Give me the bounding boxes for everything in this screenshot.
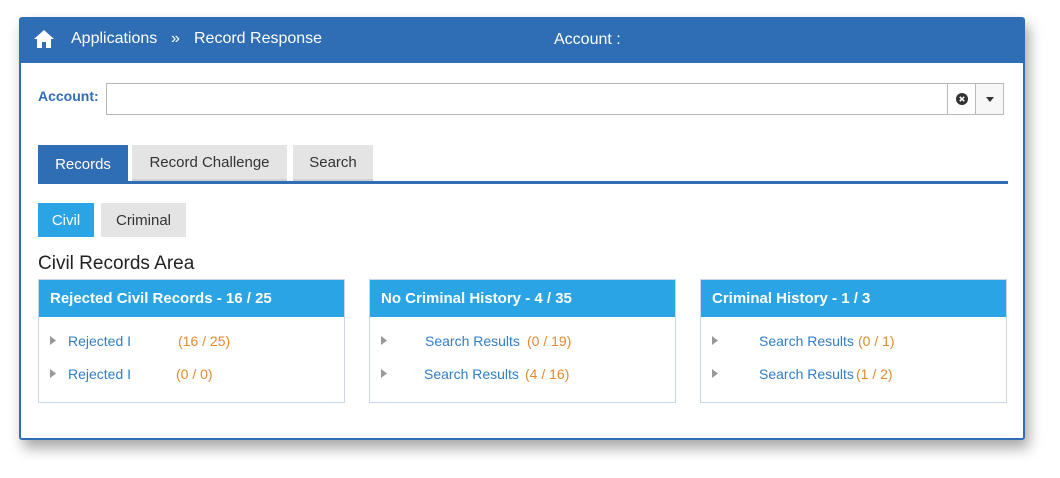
- account-input[interactable]: [106, 83, 948, 115]
- account-dropdown-button[interactable]: [975, 83, 1004, 115]
- breadcrumb-separator: »: [171, 30, 180, 47]
- list-item[interactable]: Search Results (4 / 16): [370, 366, 675, 388]
- expand-arrow-icon[interactable]: [50, 336, 56, 345]
- list-item-count: (1 / 2): [856, 366, 893, 382]
- record-response-window: Applications » Record Response Account :…: [19, 17, 1025, 440]
- expand-arrow-icon[interactable]: [50, 369, 56, 378]
- panel-criminal-history: Criminal History - 1 / 3 Search Results …: [700, 279, 1007, 403]
- clear-account-button[interactable]: [948, 83, 976, 115]
- tab-search[interactable]: Search: [293, 145, 373, 181]
- list-item[interactable]: Rejected I (16 / 25): [39, 333, 344, 355]
- list-item-label[interactable]: Search Results: [425, 333, 520, 349]
- list-item-count: (0 / 1): [858, 333, 895, 349]
- list-item[interactable]: Search Results (0 / 1): [701, 333, 1006, 355]
- expand-arrow-icon[interactable]: [712, 369, 718, 378]
- panel-title: Criminal History - 1 / 3: [701, 280, 1006, 317]
- list-item-count: (16 / 25): [178, 333, 231, 349]
- tab-record-challenge[interactable]: Record Challenge: [132, 145, 287, 181]
- panel-no-criminal-history: No Criminal History - 4 / 35 Search Resu…: [369, 279, 676, 403]
- subtab-civil[interactable]: Civil: [38, 203, 94, 237]
- main-tabs: Records Record Challenge Search: [38, 145, 1008, 183]
- panel-title: Rejected Civil Records - 16 / 25: [39, 280, 344, 317]
- list-item-label[interactable]: Search Results: [424, 366, 519, 382]
- title-bar: Applications » Record Response Account :: [21, 19, 1023, 63]
- list-item[interactable]: Rejected I (0 / 0): [39, 366, 344, 388]
- breadcrumb-record-response: Record Response: [194, 30, 323, 47]
- expand-arrow-icon[interactable]: [381, 369, 387, 378]
- account-selector: Account:: [38, 83, 1004, 115]
- list-item-label[interactable]: Search Results: [759, 333, 854, 349]
- list-item-count: (4 / 16): [525, 366, 570, 382]
- panel-title: No Criminal History - 4 / 35: [370, 280, 675, 317]
- clear-icon: [955, 93, 968, 105]
- tabs-underline: [38, 181, 1008, 184]
- breadcrumb-applications[interactable]: Applications: [71, 30, 157, 48]
- area-title: Civil Records Area: [38, 253, 195, 274]
- list-item[interactable]: Search Results (0 / 19): [370, 333, 675, 355]
- home-icon[interactable]: [33, 29, 55, 49]
- list-item-count: (0 / 0): [176, 366, 213, 382]
- header-account-label: Account :: [554, 31, 621, 48]
- expand-arrow-icon[interactable]: [381, 336, 387, 345]
- subtab-criminal[interactable]: Criminal: [101, 203, 186, 237]
- tab-records[interactable]: Records: [38, 145, 128, 183]
- expand-arrow-icon[interactable]: [712, 336, 718, 345]
- list-item-label[interactable]: Rejected I: [68, 366, 131, 382]
- list-item-count: (0 / 19): [527, 333, 572, 349]
- caret-down-icon: [985, 96, 994, 102]
- list-item-label[interactable]: Rejected I: [68, 333, 131, 349]
- list-item-label[interactable]: Search Results: [759, 366, 854, 382]
- list-item[interactable]: Search Results (1 / 2): [701, 366, 1006, 388]
- account-label: Account:: [38, 88, 99, 104]
- panel-rejected-civil-records: Rejected Civil Records - 16 / 25 Rejecte…: [38, 279, 345, 403]
